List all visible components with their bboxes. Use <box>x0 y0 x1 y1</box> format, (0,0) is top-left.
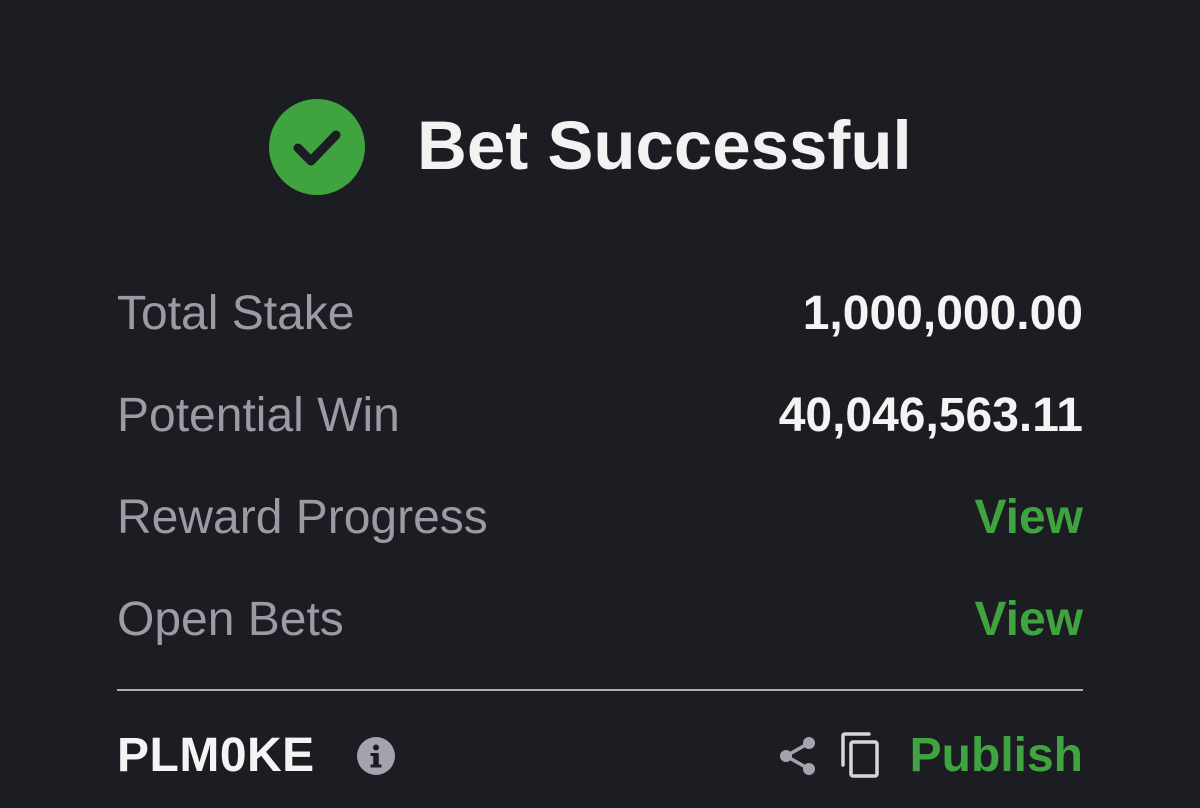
potential-win-label: Potential Win <box>117 389 400 442</box>
reward-progress-row: Reward Progress View <box>117 488 1083 548</box>
open-bets-label: Open Bets <box>117 593 344 646</box>
success-header: Bet Successful <box>0 98 1200 196</box>
reward-progress-view-link[interactable]: View <box>974 488 1083 548</box>
total-stake-label: Total Stake <box>117 287 355 340</box>
info-icon[interactable] <box>357 737 395 775</box>
booking-footer: PLM0KE Publish <box>117 726 1083 786</box>
total-stake-value: 1,000,000.00 <box>802 287 1083 340</box>
booking-code: PLM0KE <box>117 729 315 782</box>
reward-progress-label: Reward Progress <box>117 491 488 544</box>
share-icon[interactable] <box>777 735 819 777</box>
open-bets-view-link[interactable]: View <box>974 590 1083 650</box>
check-circle-icon <box>268 98 366 196</box>
divider <box>117 689 1083 691</box>
total-stake-row: Total Stake 1,000,000.00 <box>117 284 1083 344</box>
potential-win-value: 40,046,563.11 <box>778 389 1083 442</box>
publish-button[interactable]: Publish <box>910 726 1083 786</box>
open-bets-row: Open Bets View <box>117 590 1083 650</box>
page-title: Bet Successful <box>417 107 912 184</box>
copy-icon[interactable] <box>839 731 883 781</box>
potential-win-row: Potential Win 40,046,563.11 <box>117 386 1083 446</box>
